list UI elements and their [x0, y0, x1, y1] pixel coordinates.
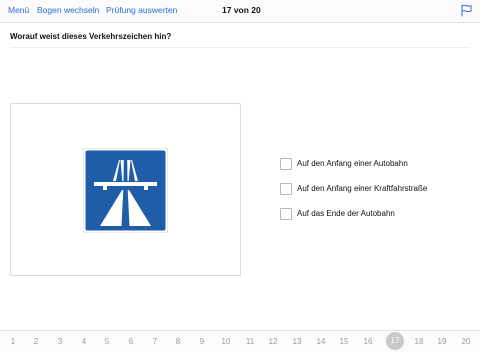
- menu-button[interactable]: Menü: [8, 5, 29, 15]
- sign-image-card: [10, 103, 241, 276]
- page-10[interactable]: 10: [217, 335, 235, 348]
- top-toolbar: Menü Bogen wechseln Prüfung auswerten 17…: [0, 0, 480, 23]
- page-20[interactable]: 20: [457, 335, 475, 348]
- page-7[interactable]: 7: [146, 335, 164, 348]
- page-2[interactable]: 2: [27, 335, 45, 348]
- page-11[interactable]: 11: [241, 335, 259, 348]
- page-5[interactable]: 5: [98, 335, 116, 348]
- question-text: Worauf weist dieses Verkehrszeichen hin?: [10, 32, 172, 41]
- page-6[interactable]: 6: [122, 335, 140, 348]
- page-9[interactable]: 9: [193, 335, 211, 348]
- page-12[interactable]: 12: [264, 335, 282, 348]
- answer-3-checkbox[interactable]: [280, 208, 292, 220]
- flag-icon[interactable]: [460, 4, 473, 17]
- question-progress: 17 von 20: [222, 5, 261, 15]
- page-8[interactable]: 8: [169, 335, 187, 348]
- page-18[interactable]: 18: [410, 335, 428, 348]
- page-16[interactable]: 16: [359, 335, 377, 348]
- evaluate-exam-button[interactable]: Prüfung auswerten: [106, 5, 177, 15]
- page-3[interactable]: 3: [51, 335, 69, 348]
- page-19[interactable]: 19: [433, 335, 451, 348]
- answer-1-checkbox[interactable]: [280, 158, 292, 170]
- answer-3-label: Auf das Ende der Autobahn: [297, 209, 395, 218]
- page-13[interactable]: 13: [288, 335, 306, 348]
- answer-2-label: Auf den Anfang einer Kraftfahrstraße: [297, 184, 428, 193]
- answer-2-checkbox[interactable]: [280, 183, 292, 195]
- switch-sheet-button[interactable]: Bogen wechseln: [37, 5, 99, 15]
- page-4[interactable]: 4: [75, 335, 93, 348]
- answer-1-label: Auf den Anfang einer Autobahn: [297, 159, 408, 168]
- autobahn-sign-icon: [83, 148, 168, 233]
- page-14[interactable]: 14: [312, 335, 330, 348]
- page-17-current[interactable]: 17: [386, 332, 404, 350]
- divider: [10, 47, 470, 48]
- page-1[interactable]: 1: [4, 335, 22, 348]
- page-15[interactable]: 15: [335, 335, 353, 348]
- question-pager: 1 2 3 4 5 6 7 8 9 10 11 12 13 14 15 16 1…: [0, 330, 480, 352]
